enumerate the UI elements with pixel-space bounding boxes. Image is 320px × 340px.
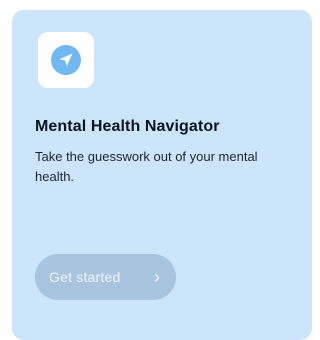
get-started-button[interactable]: Get started › xyxy=(35,254,176,300)
icon-tile xyxy=(38,32,94,88)
feature-card: Mental Health Navigator Take the guesswo… xyxy=(12,10,312,340)
navigation-arrow-icon xyxy=(51,45,81,75)
get-started-label: Get started xyxy=(49,269,121,285)
chevron-right-icon: › xyxy=(154,267,160,287)
card-title: Mental Health Navigator xyxy=(35,118,220,135)
card-description: Take the guesswork out of your mental he… xyxy=(35,149,258,184)
